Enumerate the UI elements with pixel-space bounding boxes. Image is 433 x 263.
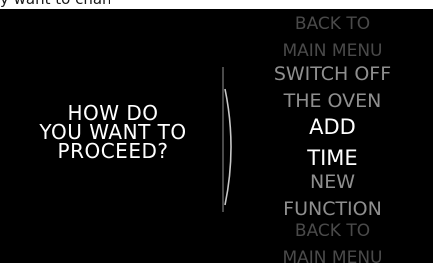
menu-item-label: BACK TO <box>294 14 371 34</box>
proceed-prompt: HOW DO YOU WANT TO PROCEED? <box>18 103 208 163</box>
oven-screen: y want to change HOW DO YOU WANT TO PROC… <box>0 0 433 263</box>
prompt-line-3: PROCEED? <box>57 139 169 163</box>
menu-item-label: NEW <box>309 171 355 193</box>
menu-item-label: MAIN MENU <box>282 248 383 263</box>
menu-item-label: BACK TO <box>294 221 371 241</box>
caption-strip: y want to change <box>0 0 433 9</box>
selection-arc-indicator <box>224 88 232 206</box>
scroll-menu[interactable]: BACK TO MAIN MENU SWITCH OFF THE OVEN AD… <box>245 11 420 263</box>
menu-item-back-to-main-menu-bottom[interactable]: BACK TO MAIN MENU <box>245 218 420 263</box>
menu-item-switch-off-the-oven[interactable]: SWITCH OFF THE OVEN <box>245 61 420 115</box>
menu-item-add-time[interactable]: ADD TIME <box>245 112 420 174</box>
menu-item-label: THE OVEN <box>283 90 382 112</box>
menu-item-new-function[interactable]: NEW FUNCTION <box>245 169 420 223</box>
menu-item-back-to-main-menu-top[interactable]: BACK TO MAIN MENU <box>245 11 420 65</box>
menu-item-label: ADD <box>309 115 356 139</box>
oven-display: HOW DO YOU WANT TO PROCEED? BACK TO MAIN… <box>0 9 433 263</box>
menu-item-label: SWITCH OFF <box>273 63 392 85</box>
